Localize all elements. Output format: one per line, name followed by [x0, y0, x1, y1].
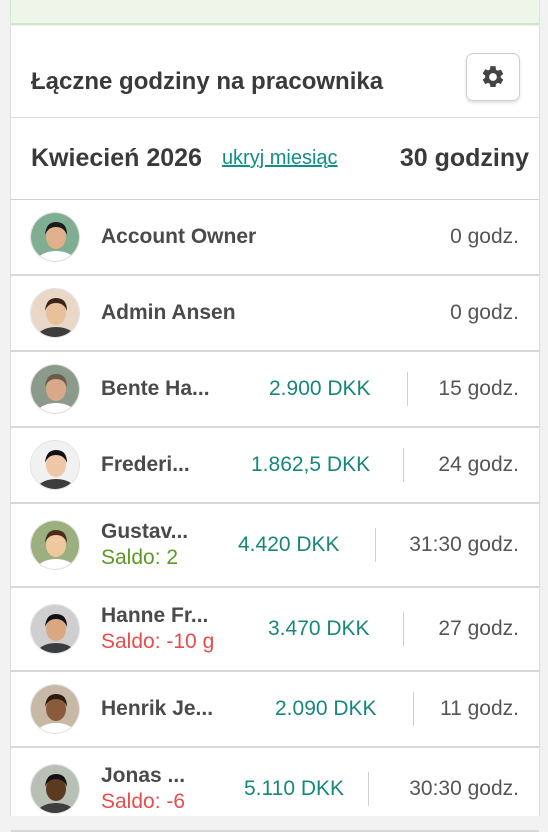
employee-hours-panel: Łączne godziny na pracownika Kwiecień 20…: [10, 26, 540, 832]
employee-hours: 11 godz.: [439, 697, 519, 720]
avatar: [30, 364, 80, 414]
employee-name: Bente Ha...: [101, 377, 210, 400]
employee-hours: 24 godz.: [438, 453, 519, 476]
avatar: [30, 764, 80, 814]
employee-name: Hanne Fr...: [101, 604, 209, 627]
column-divider: [375, 528, 376, 562]
employee-row[interactable]: Gustav... Saldo: 2 4.420 DKK 31:30 godz.: [11, 504, 539, 588]
employee-hours: 31:30 godz.: [409, 533, 519, 556]
employee-info: Bente Ha...: [101, 377, 226, 401]
settings-button[interactable]: [466, 52, 520, 101]
employee-amount: 2.090 DKK: [275, 697, 377, 720]
employee-balance: Saldo: 2: [101, 546, 179, 569]
employee-info: Admin Ansen: [101, 301, 351, 325]
employee-row[interactable]: Jonas ... Saldo: -6 5.110 DKK 30:30 godz.: [11, 748, 539, 832]
employee-name: Frederi...: [101, 453, 190, 476]
employee-name: Account Owner: [101, 225, 257, 248]
column-divider: [403, 612, 404, 646]
employee-row[interactable]: Frederi... 1.862,5 DKK 24 godz.: [11, 428, 539, 504]
employee-amount: 5.110 DKK: [244, 777, 345, 800]
avatar: [30, 288, 80, 338]
employee-hours: 15 godz.: [438, 377, 519, 400]
employee-info: Hanne Fr... Saldo: -10 g: [101, 604, 226, 654]
employee-hours: 0 godz.: [450, 301, 519, 324]
avatar: [30, 520, 80, 570]
panel-title: Łączne godziny na pracownika: [31, 67, 384, 95]
employee-balance: Saldo: -10 g: [101, 630, 215, 653]
employee-amount: 3.470 DKK: [268, 617, 370, 640]
employee-info: Gustav... Saldo: 2: [101, 520, 226, 570]
employee-row[interactable]: Hanne Fr... Saldo: -10 g 3.470 DKK 27 godz.: [11, 588, 539, 672]
avatar: [30, 604, 80, 654]
employee-balance: Saldo: -6: [101, 790, 186, 813]
employee-amount: 1.862,5 DKK: [251, 453, 371, 476]
employee-list: Account Owner 0 godz. Admin Ansen 0 godz. Be…: [11, 200, 539, 832]
employee-row[interactable]: Admin Ansen 0 godz.: [11, 276, 539, 352]
employee-amount: 4.420 DKK: [238, 533, 340, 556]
month-total-hours: 30 godziny: [399, 144, 529, 172]
employee-info: Frederi...: [101, 453, 226, 477]
hide-month-link[interactable]: ukryj miesiąc: [221, 147, 340, 170]
employee-name: Admin Ansen: [101, 301, 236, 324]
employee-hours: 30:30 godz.: [409, 777, 519, 800]
month-summary-row: Kwiecień 2026 ukryj miesiąc 30 godziny: [11, 118, 539, 200]
employee-info: Henrik Je...: [101, 697, 226, 721]
employee-name: Jonas ...: [101, 764, 186, 787]
employee-name: Henrik Je...: [101, 697, 214, 720]
column-divider: [407, 372, 408, 406]
employee-hours: 0 godz.: [450, 225, 519, 248]
employee-row[interactable]: Account Owner 0 godz.: [11, 200, 539, 276]
column-divider: [368, 772, 369, 806]
column-divider: [413, 692, 414, 726]
employee-info: Jonas ... Saldo: -6: [101, 764, 226, 814]
panel-header: Łączne godziny na pracownika: [11, 26, 539, 118]
employee-amount: 2.900 DKK: [269, 377, 371, 400]
employee-row[interactable]: Henrik Je... 2.090 DKK 11 godz.: [11, 672, 539, 748]
employee-info: Account Owner: [101, 225, 351, 249]
employee-row[interactable]: Bente Ha... 2.900 DKK 15 godz.: [11, 352, 539, 428]
avatar: [30, 212, 80, 262]
gear-icon: [482, 65, 504, 87]
employee-hours: 27 godz.: [438, 617, 519, 640]
month-name: Kwiecień 2026: [31, 144, 202, 172]
employee-name: Gustav...: [101, 520, 189, 543]
top-banner-strip: [10, 0, 540, 25]
column-divider: [403, 448, 404, 482]
avatar: [30, 684, 80, 734]
avatar: [30, 440, 80, 490]
